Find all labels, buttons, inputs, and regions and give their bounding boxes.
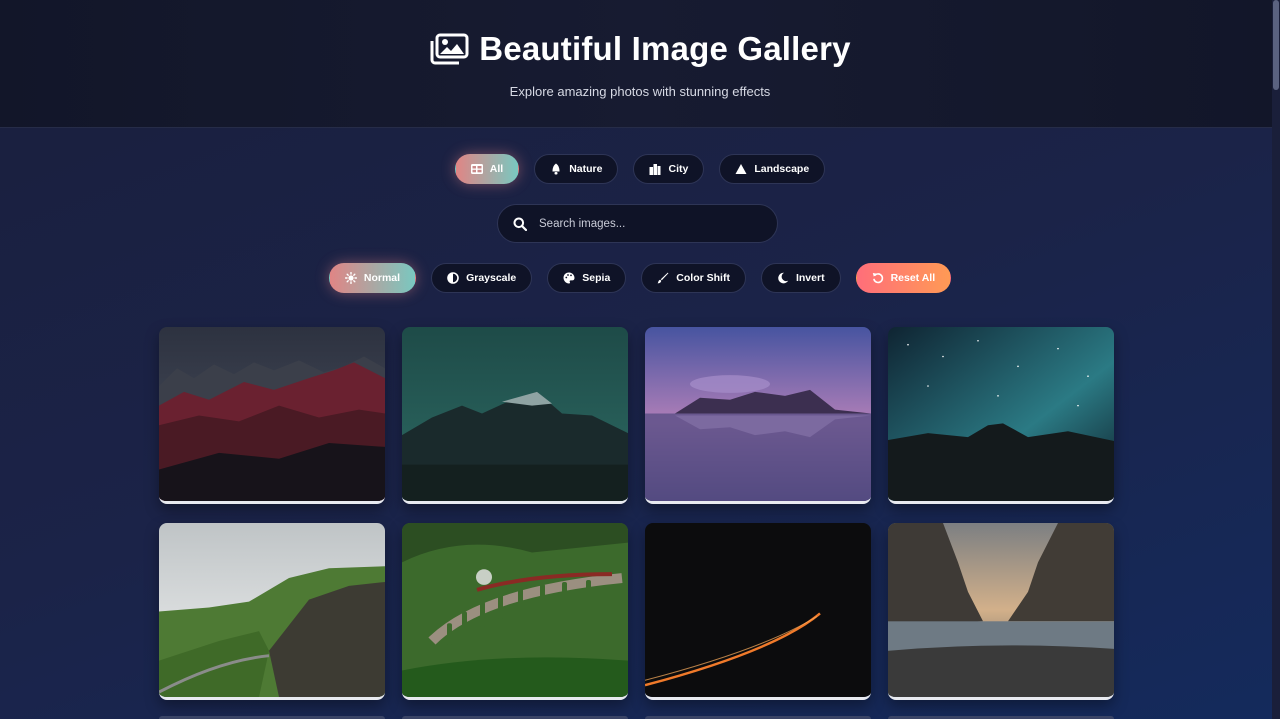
gallery-image-red-mountains[interactable] [159, 327, 385, 504]
filter-label: Grayscale [466, 272, 517, 284]
gallery-image-viaduct-steam-train[interactable] [402, 523, 628, 700]
gallery-image-sea-rocks-sunset[interactable] [888, 523, 1114, 700]
filter-label: Color Shift [676, 272, 730, 284]
images-icon [429, 33, 469, 65]
tab-label: City [668, 163, 689, 175]
grid-icon [470, 164, 483, 174]
tab-landscape[interactable]: Landscape [719, 154, 826, 184]
gallery-image-purple-sunset-reflection[interactable] [645, 327, 871, 504]
tab-label: All [489, 163, 504, 175]
page-header: Beautiful Image Gallery Explore amazing … [0, 0, 1280, 128]
reset-all-button[interactable]: Reset All [855, 263, 952, 293]
page-subtitle: Explore amazing photos with stunning eff… [509, 84, 771, 99]
filter-label: Reset All [890, 272, 936, 284]
city-icon [649, 164, 661, 175]
brush-icon [657, 272, 669, 284]
filter-color-shift-button[interactable]: Color Shift [641, 263, 746, 293]
tab-city[interactable]: City [633, 154, 705, 184]
mountain-icon [735, 164, 747, 174]
page-title: Beautiful Image Gallery [479, 30, 851, 67]
search-input[interactable] [539, 217, 759, 230]
search-icon [513, 217, 527, 231]
gallery-image-starry-night-cliff[interactable] [888, 327, 1114, 504]
gallery-image-green-cliffs-road[interactable] [159, 523, 385, 700]
leaf-icon [552, 163, 560, 175]
filter-normal-button[interactable]: Normal [328, 263, 417, 293]
moon-icon [778, 272, 789, 284]
filter-sepia-button[interactable]: Sepia [547, 263, 627, 293]
filter-label: Normal [363, 272, 401, 284]
page-scrollbar[interactable] [1272, 0, 1280, 719]
tab-label: Landscape [754, 163, 810, 175]
filter-label: Invert [795, 272, 825, 284]
tab-all[interactable]: All [454, 154, 520, 184]
scrollbar-thumb[interactable] [1273, 0, 1279, 90]
title-wrap: Beautiful Image Gallery [0, 30, 1280, 68]
gallery-image-light-trail-dark[interactable] [645, 523, 871, 700]
undo-icon [872, 273, 883, 284]
filter-buttons: Normal Grayscale Sepia Color Shift Inver… [0, 263, 1280, 293]
half-circle-icon [447, 272, 459, 284]
sun-icon [344, 272, 357, 284]
palette-icon [563, 272, 575, 284]
gallery-image-teal-peak-night[interactable] [402, 327, 628, 504]
tab-label: Nature [569, 163, 603, 175]
search-box [497, 204, 778, 243]
tab-nature[interactable]: Nature [534, 154, 619, 184]
filter-grayscale-button[interactable]: Grayscale [431, 263, 533, 293]
category-tabs: All Nature City Landscape [0, 154, 1280, 184]
filter-invert-button[interactable]: Invert [760, 263, 841, 293]
image-gallery [159, 327, 1114, 700]
filter-label: Sepia [582, 272, 611, 284]
